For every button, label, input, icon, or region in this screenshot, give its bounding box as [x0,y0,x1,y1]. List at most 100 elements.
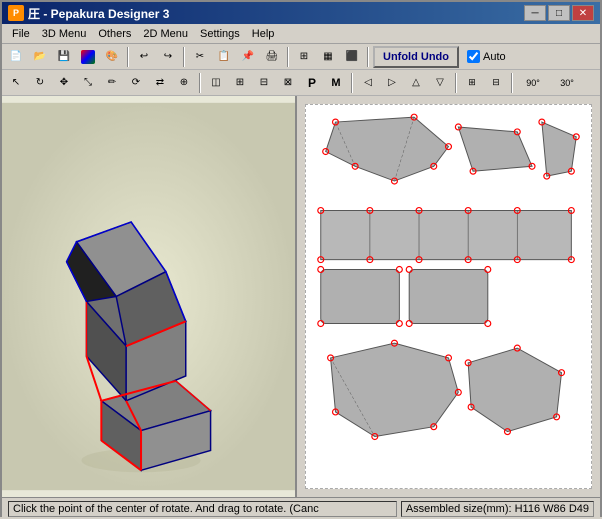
m-button[interactable]: M [325,72,347,94]
paste-button[interactable]: 📌 [237,46,259,68]
fwd-icon: ▷ [384,75,400,91]
rotate-button[interactable]: ↻ [29,72,51,94]
open-button[interactable]: 📂 [29,46,51,68]
toolbar-row-2: ↖ ↻ ✥ ⤡ ✏ ⟳ ⇄ ⊕ ◫ ⊞ ⊟ ⊠ P M ◁ ▷ △ [2,70,600,96]
snap-icon: ⊕ [176,75,192,91]
split-line-button[interactable]: ⊠ [277,72,299,94]
redo-button[interactable]: ↪ [157,46,179,68]
separator-1 [127,47,129,67]
display-button[interactable]: ▦ [317,46,339,68]
split-line-icon: ⊠ [280,75,296,91]
print-icon: 🖨 [264,49,280,65]
status-right: Assembled size(mm): H116 W86 D49 [401,501,594,517]
up-icon: △ [408,75,424,91]
auto-checkbox-container: Auto [467,50,506,63]
join-icon: ⊟ [256,75,272,91]
unfold-undo-button[interactable]: Unfold Undo [373,46,459,68]
move-button[interactable]: ✥ [53,72,75,94]
auto-label: Auto [483,51,506,63]
display-icon: ▦ [320,49,336,65]
menu-bar: File 3D Menu Others 2D Menu Settings Hel… [2,24,600,44]
select-icon: ↖ [8,75,24,91]
new-icon: 📄 [8,49,24,65]
grid-button[interactable]: ⊞ [229,72,251,94]
separator-2 [183,47,185,67]
zoom-out-button[interactable]: ⊟ [485,72,507,94]
separator-6 [351,73,353,93]
zoom-in-button[interactable]: ⊞ [461,72,483,94]
zoom-fit-icon: ⊞ [296,49,312,65]
app-icon: P [8,5,24,21]
rotate-icon: ↻ [32,75,48,91]
menu-others[interactable]: Others [92,26,137,42]
save-icon: 💾 [56,49,72,65]
main-content [2,96,600,497]
p-button[interactable]: P [301,72,323,94]
undo-icon: ↩ [136,49,152,65]
menu-settings[interactable]: Settings [194,26,246,42]
menu-file[interactable]: File [6,26,36,42]
print-button[interactable]: 🖨 [261,46,283,68]
separator-8 [511,73,513,93]
angle-button[interactable]: 90° [517,72,549,94]
status-left-text: Click the point of the center of rotate.… [13,503,319,515]
angle2-button[interactable]: 30° [551,72,583,94]
flip-button[interactable]: ⇄ [149,72,171,94]
separator-5 [199,73,201,93]
2d-view-panel[interactable] [297,96,600,497]
separator-7 [455,73,457,93]
scale-icon: ⤡ [80,75,96,91]
edge-button[interactable]: ◫ [205,72,227,94]
select-button[interactable]: ↖ [5,72,27,94]
separator-4 [367,47,369,67]
flip-icon: ⇄ [152,75,168,91]
menu-help[interactable]: Help [246,26,281,42]
copy-button[interactable]: 📋 [213,46,235,68]
pen-button[interactable]: ✏ [101,72,123,94]
paste-icon: 📌 [240,49,256,65]
grid-icon: ⊞ [232,75,248,91]
new-button[interactable]: 📄 [5,46,27,68]
minimize-button[interactable]: ─ [524,5,546,21]
copy-icon: 📋 [216,49,232,65]
up-button[interactable]: △ [405,72,427,94]
texture-icon: 🎨 [104,49,120,65]
color-icon [81,50,95,64]
angle-icon: 90° [519,75,547,91]
auto-checkbox[interactable] [467,50,480,63]
close-button[interactable]: ✕ [572,5,594,21]
pen-icon: ✏ [104,75,120,91]
down-button[interactable]: ▽ [429,72,451,94]
zoom-fit-button[interactable]: ⊞ [293,46,315,68]
status-bar: Click the point of the center of rotate.… [2,497,600,519]
join-button[interactable]: ⊟ [253,72,275,94]
cut-button[interactable]: ✂ [189,46,211,68]
fold-icon: ⟳ [128,75,144,91]
maximize-button[interactable]: □ [548,5,570,21]
fwd-button[interactable]: ▷ [381,72,403,94]
texture-button[interactable]: 🎨 [101,46,123,68]
undo-button[interactable]: ↩ [133,46,155,68]
p-icon: P [304,75,320,91]
zoom-out-icon: ⊟ [488,75,504,91]
move-icon: ✥ [56,75,72,91]
scale-button[interactable]: ⤡ [77,72,99,94]
color-button[interactable] [77,46,99,68]
window-split-icon: ⬛ [344,49,360,65]
window-split-button[interactable]: ⬛ [341,46,363,68]
status-right-text: Assembled size(mm): H116 W86 D49 [406,503,589,515]
status-left: Click the point of the center of rotate.… [8,501,397,517]
3d-model-svg [2,96,295,497]
paper-area [305,104,592,489]
menu-2d[interactable]: 2D Menu [137,26,194,42]
edge-icon: ◫ [208,75,224,91]
fold-button[interactable]: ⟳ [125,72,147,94]
menu-3d[interactable]: 3D Menu [36,26,93,42]
open-icon: 📂 [32,49,48,65]
save-button[interactable]: 💾 [53,46,75,68]
redo-icon: ↪ [160,49,176,65]
snap-button[interactable]: ⊕ [173,72,195,94]
back-button[interactable]: ◁ [357,72,379,94]
back-icon: ◁ [360,75,376,91]
3d-view-panel[interactable] [2,96,297,497]
